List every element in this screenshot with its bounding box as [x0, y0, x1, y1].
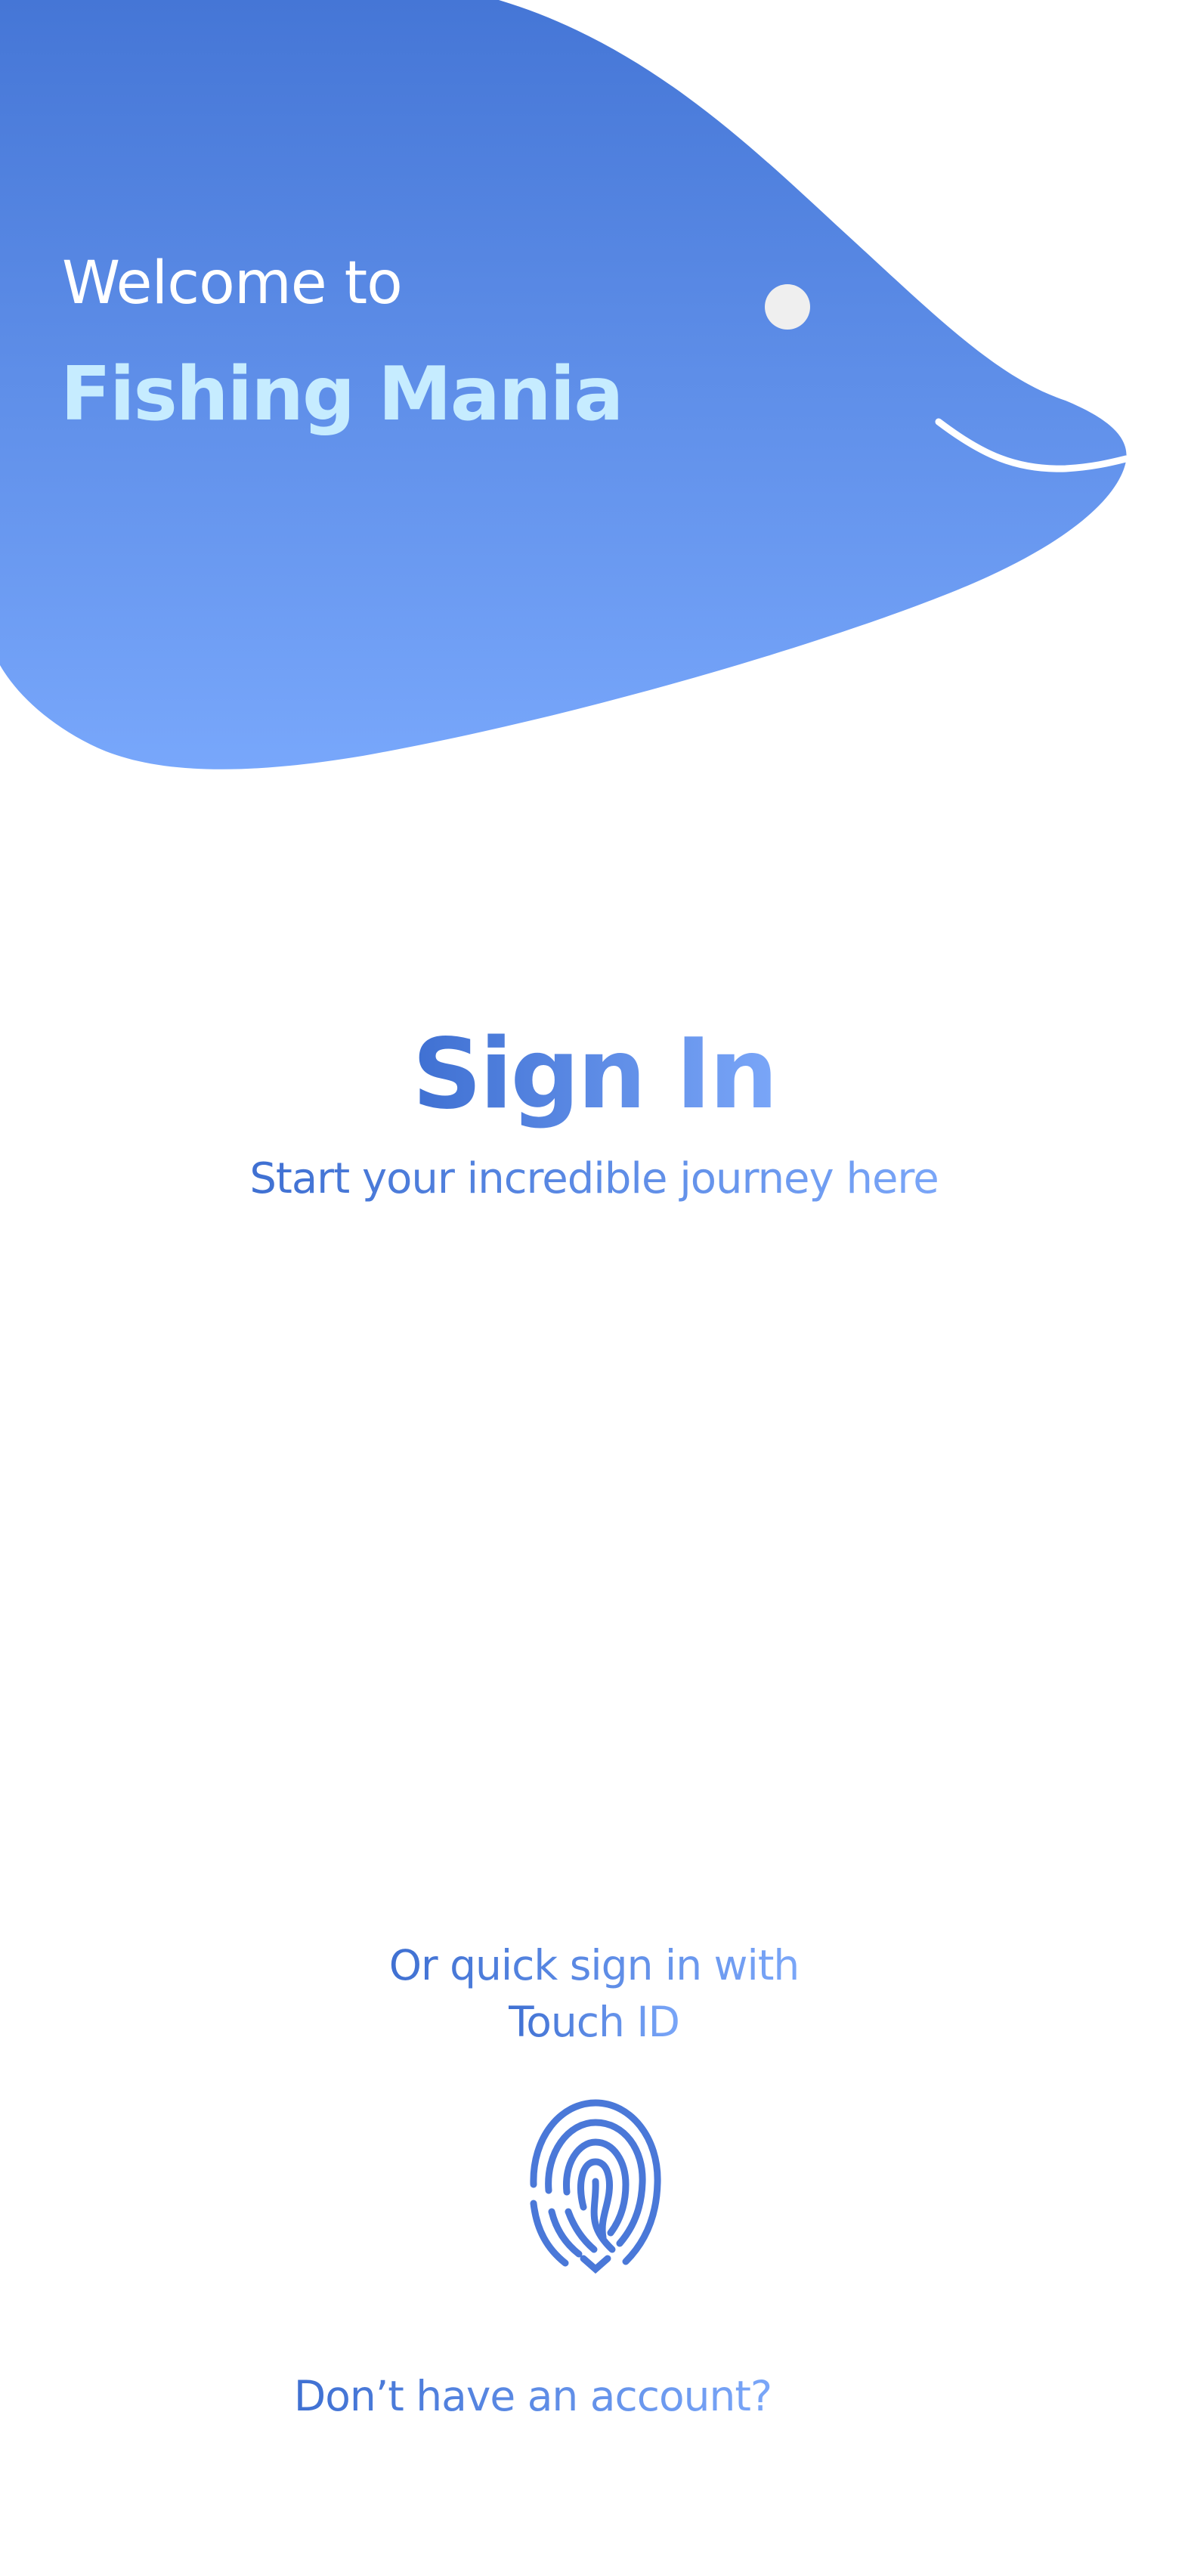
page-title: Sign In	[0, 1017, 1188, 1133]
fish-eye	[765, 284, 810, 330]
touch-id-prompt: Or quick sign in with Touch ID	[0, 1937, 1188, 2051]
fingerprint-icon[interactable]	[521, 2094, 670, 2275]
signup-link-text: Don’t have an account?	[293, 2372, 772, 2420]
touch-id-line-2: Touch ID	[509, 1994, 680, 2051]
app-name: Fishing Mania	[60, 351, 623, 438]
signup-link[interactable]: Don’t have an account?	[0, 2371, 1066, 2421]
touch-id-line-1: Or quick sign in with	[389, 1937, 800, 1994]
signin-title-text: Sign In	[412, 1017, 778, 1133]
page-subtitle: Start your incredible journey here	[0, 1153, 1188, 1204]
welcome-text: Welcome to	[62, 249, 403, 317]
signin-subtitle-text: Start your incredible journey here	[249, 1154, 939, 1203]
